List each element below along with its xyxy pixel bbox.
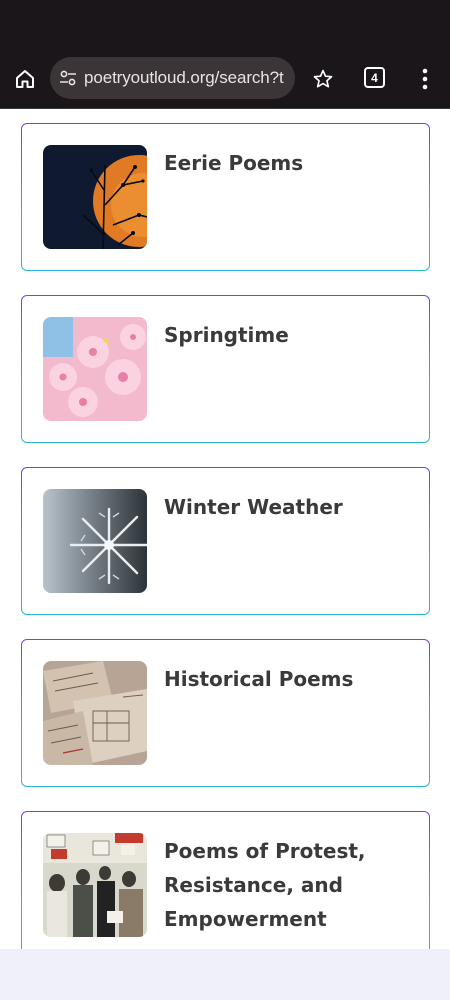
card-title[interactable]: Springtime — [164, 318, 404, 352]
card-thumbnail — [43, 489, 147, 593]
browser-toolbar: poetryoutloud.org/search?t 4 — [0, 0, 450, 109]
tune-icon[interactable] — [57, 67, 79, 89]
result-card[interactable]: Eerie Poems — [21, 123, 430, 271]
card-title[interactable]: Eerie Poems — [164, 146, 404, 180]
card-thumbnail — [43, 661, 147, 765]
tab-switcher-button[interactable]: 4 — [364, 67, 385, 88]
card-title[interactable]: Winter Weather — [164, 490, 404, 524]
result-card[interactable]: Springtime — [21, 295, 430, 443]
star-icon[interactable] — [310, 66, 336, 92]
address-bar[interactable]: poetryoutloud.org/search?t — [50, 57, 295, 99]
card-thumbnail — [43, 317, 147, 421]
card-thumbnail — [43, 145, 147, 249]
search-results: Eerie Poems Springtime Winter Weather Hi… — [0, 109, 450, 949]
result-card[interactable]: Poems of Protest, Resistance, and Empowe… — [21, 811, 430, 949]
url-text[interactable]: poetryoutloud.org/search?t — [84, 68, 284, 88]
more-vert-icon[interactable] — [414, 66, 436, 92]
bottom-bar — [0, 949, 450, 1000]
result-card[interactable]: Historical Poems — [21, 639, 430, 787]
card-title[interactable]: Poems of Protest, Resistance, and Empowe… — [164, 834, 404, 936]
card-thumbnail — [43, 833, 147, 937]
tab-count: 4 — [371, 70, 378, 85]
result-card[interactable]: Winter Weather — [21, 467, 430, 615]
home-icon[interactable] — [12, 66, 38, 92]
card-title[interactable]: Historical Poems — [164, 662, 404, 696]
